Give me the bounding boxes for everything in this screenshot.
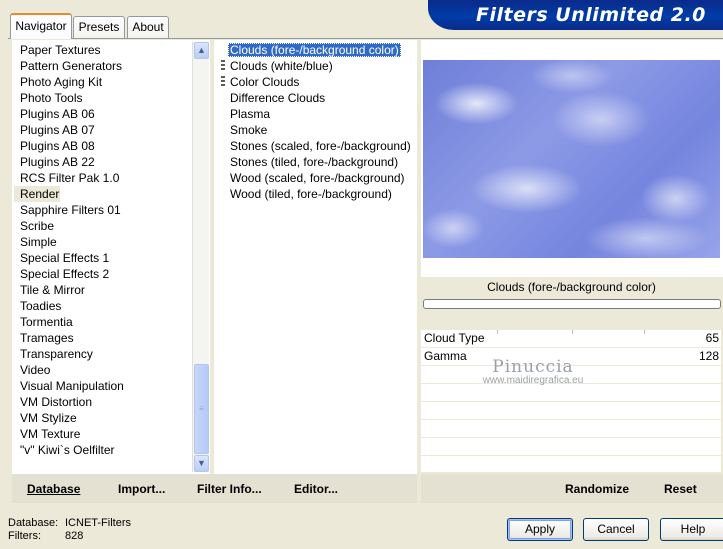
database-button[interactable]: Database [27, 482, 80, 496]
reset-button[interactable]: Reset [664, 482, 697, 496]
category-item[interactable]: VM Texture [14, 426, 192, 442]
slider-tick [572, 330, 573, 334]
category-item[interactable]: Render [14, 186, 60, 202]
category-item[interactable]: Plugins AB 06 [14, 106, 192, 122]
parameter-panel: Cloud Type 65 Gamma 128 [421, 330, 721, 472]
tab-strip-border [8, 38, 723, 39]
filter-item-label: Wood (scaled, fore-/background) [230, 171, 405, 185]
filter-item-label: Clouds (fore-/background color) [228, 43, 401, 57]
category-item[interactable]: "v" Kiwi`s Oelfilter [14, 442, 192, 458]
apply-button[interactable]: Apply [507, 518, 573, 541]
slider-tick [497, 330, 498, 334]
param-row-empty [421, 438, 721, 456]
scroll-thumb[interactable]: ≡ [194, 364, 209, 454]
filter-item-label: Plasma [230, 107, 271, 121]
scroll-down-button[interactable]: ▼ [194, 455, 209, 472]
filter-item-label: Wood (tiled, fore-/background) [230, 187, 392, 201]
category-item[interactable]: Visual Manipulation [14, 378, 192, 394]
grip-icon [221, 76, 225, 88]
grip-icon [221, 60, 225, 72]
category-item[interactable]: Special Effects 1 [14, 250, 192, 266]
param-value: 128 [698, 349, 719, 363]
category-item[interactable]: Transparency [14, 346, 192, 362]
filter-item[interactable]: Stones (tiled, fore-/background) [216, 154, 416, 170]
status-database-label: Database: [8, 517, 59, 529]
category-item[interactable]: Pattern Generators [14, 58, 192, 74]
category-item[interactable]: Plugins AB 07 [14, 122, 192, 138]
category-item[interactable]: Special Effects 2 [14, 266, 192, 282]
filter-item[interactable]: Wood (scaled, fore-/background) [216, 170, 416, 186]
filter-item[interactable]: Stones (scaled, fore-/background) [216, 138, 416, 154]
help-button[interactable]: Help [660, 518, 723, 541]
category-item[interactable]: VM Stylize [14, 410, 192, 426]
filter-item[interactable]: Wood (tiled, fore-/background) [216, 186, 416, 202]
preview-image [423, 60, 720, 258]
progress-bar [423, 299, 721, 309]
filter-item-label: Smoke [230, 123, 268, 137]
category-scrollbar[interactable]: ▲ ≡ ▼ [192, 42, 209, 472]
category-item[interactable]: Photo Aging Kit [14, 74, 192, 90]
filter-item[interactable]: Clouds (white/blue) [216, 58, 416, 74]
filter-item-label: Difference Clouds [230, 91, 326, 105]
filter-info-button[interactable]: Filter Info... [197, 482, 262, 496]
filter-item[interactable]: Plasma [216, 106, 416, 122]
status-database-value: ICNET-Filters [65, 517, 131, 529]
editor-button[interactable]: Editor... [294, 482, 338, 496]
param-row-gamma[interactable]: Gamma 128 [421, 348, 721, 366]
param-row-empty [421, 384, 721, 402]
param-row-cloud-type[interactable]: Cloud Type 65 [421, 330, 721, 348]
filter-item[interactable]: Smoke [216, 122, 416, 138]
import-button[interactable]: Import... [118, 482, 165, 496]
status-database: Database: ICNET-Filters [8, 517, 131, 529]
status-filters-value: 828 [65, 530, 84, 542]
category-item[interactable]: Video [14, 362, 192, 378]
category-item[interactable]: VM Distortion [14, 394, 192, 410]
param-row-empty [421, 366, 721, 384]
category-item[interactable]: Toadies [14, 298, 192, 314]
category-item[interactable]: Photo Tools [14, 90, 192, 106]
tab-navigator[interactable]: Navigator [10, 13, 72, 39]
filter-item[interactable]: Color Clouds [216, 74, 416, 90]
category-list[interactable]: Paper Textures Pattern Generators Photo Ag… [14, 42, 192, 458]
randomize-button[interactable]: Randomize [565, 482, 629, 496]
category-item[interactable]: RCS Filter Pak 1.0 [14, 170, 192, 186]
tab-presets[interactable]: Presets [73, 16, 125, 38]
param-name: Cloud Type [424, 331, 485, 345]
param-row-empty [421, 420, 721, 438]
slider-tick [644, 330, 645, 334]
tab-about[interactable]: About [127, 16, 169, 38]
category-item[interactable]: Plugins AB 08 [14, 138, 192, 154]
filter-item-label: Clouds (white/blue) [230, 59, 333, 73]
filter-list[interactable]: Clouds (fore-/background color) Clouds (w… [216, 42, 416, 202]
category-item[interactable]: Plugins AB 22 [14, 154, 192, 170]
category-item[interactable]: Simple [14, 234, 192, 250]
category-item[interactable]: Sapphire Filters 01 [14, 202, 192, 218]
cancel-button[interactable]: Cancel [583, 518, 649, 541]
category-item[interactable]: Paper Textures [14, 42, 192, 58]
category-item[interactable]: Tormentia [14, 314, 192, 330]
filter-item-label: Stones (tiled, fore-/background) [230, 155, 399, 169]
filter-item-label: Color Clouds [230, 75, 300, 89]
param-name: Gamma [424, 349, 467, 363]
category-item[interactable]: Scribe [14, 218, 192, 234]
status-filters-label: Filters: [8, 530, 41, 542]
param-row-empty [421, 402, 721, 420]
param-value: 65 [705, 331, 719, 345]
filter-item[interactable]: Clouds (fore-/background color) [216, 42, 416, 58]
category-item[interactable]: Tile & Mirror [14, 282, 192, 298]
scroll-up-button[interactable]: ▲ [194, 42, 209, 59]
filter-item-label: Stones (scaled, fore-/background) [230, 139, 411, 153]
app-title: Filters Unlimited 2.0 [476, 4, 706, 26]
filter-item[interactable]: Difference Clouds [216, 90, 416, 106]
status-filters: Filters: 828 [8, 530, 83, 542]
selected-filter-name: Clouds (fore-/background color) [487, 280, 656, 294]
category-item[interactable]: Tramages [14, 330, 192, 346]
